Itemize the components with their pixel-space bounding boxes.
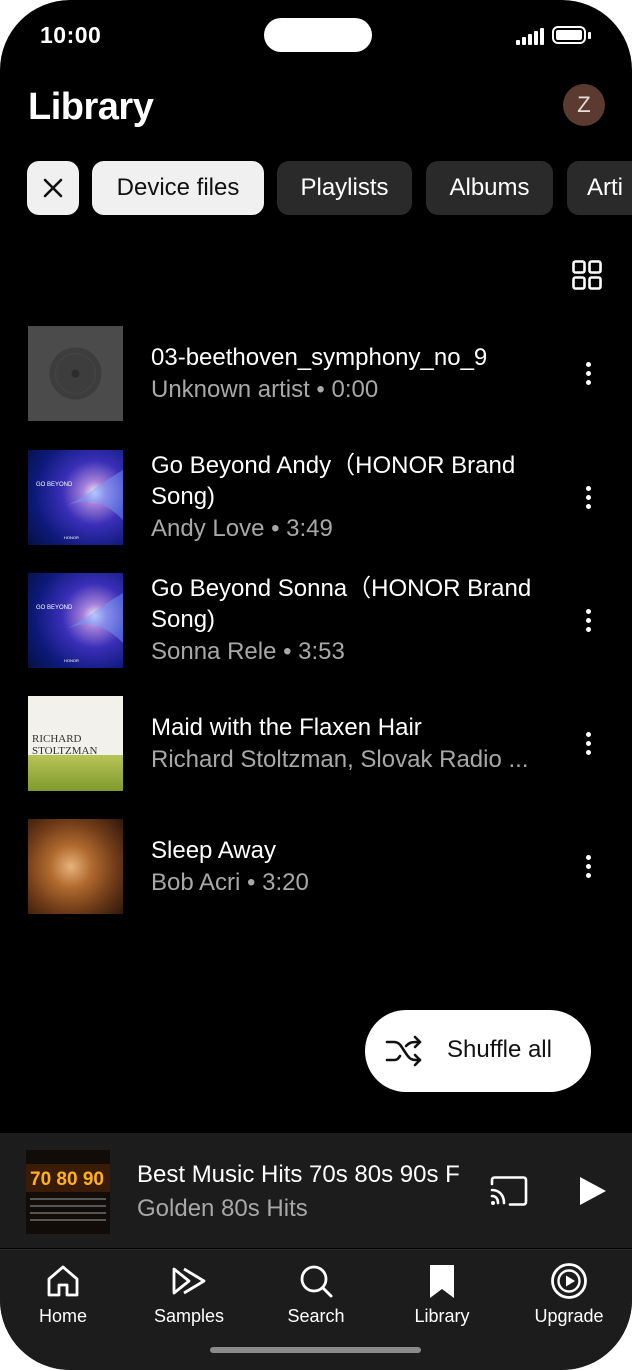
svg-text:HONOR: HONOR — [64, 658, 79, 663]
chip-device-files[interactable]: Device files — [92, 161, 264, 215]
track-artwork: RICHARD STOLTZMAN — [28, 696, 123, 791]
nav-search[interactable]: Search — [261, 1262, 371, 1332]
samples-icon — [172, 1267, 206, 1295]
nav-label: Home — [38, 1306, 87, 1326]
nav-home[interactable]: Home — [8, 1262, 118, 1332]
page-title: Library — [28, 86, 154, 128]
phone-screen: 10:00 Library Z Device files Playlists A… — [0, 0, 632, 1370]
chip-artists[interactable]: Arti — [567, 161, 632, 215]
nav-upgrade[interactable]: Upgrade — [514, 1262, 624, 1332]
track-artwork — [28, 326, 123, 421]
more-options-icon[interactable] — [578, 359, 598, 389]
go-beyond-cover: GO BEYOND HONOR — [36, 470, 123, 540]
disc-icon — [49, 347, 102, 400]
svg-text:GO BEYOND: GO BEYOND — [36, 482, 73, 488]
more-options-icon[interactable] — [578, 606, 598, 636]
chip-label: Albums — [449, 174, 530, 201]
track-subtitle: Sonna Rele • 3:53 — [151, 638, 345, 665]
chip-albums[interactable]: Albums — [426, 161, 553, 215]
track-title: Go Beyond Sonna（HONOR Brand Song) — [151, 575, 532, 633]
cast-icon[interactable] — [489, 1175, 529, 1207]
shuffle-icon — [385, 1035, 422, 1067]
avatar[interactable]: Z — [563, 84, 605, 126]
track-row[interactable]: GO BEYOND HONOR Go Beyond Sonna（HONOR Br… — [0, 573, 632, 673]
nav-label: Upgrade — [534, 1306, 604, 1326]
track-artwork: GO BEYOND HONOR — [28, 450, 123, 545]
library-icon — [430, 1265, 454, 1298]
svg-text:70 80 90: 70 80 90 — [30, 1169, 104, 1190]
filter-chips: Device files Playlists Albums Arti — [27, 161, 632, 217]
chip-playlists[interactable]: Playlists — [277, 161, 412, 215]
track-title: Maid with the Flaxen Hair — [151, 714, 422, 741]
track-row[interactable]: RICHARD STOLTZMAN Maid with the Flaxen H… — [0, 696, 632, 796]
home-icon — [47, 1265, 79, 1297]
track-artwork: GO BEYOND HONOR — [28, 573, 123, 668]
track-artwork — [28, 819, 123, 914]
battery-tip — [588, 32, 591, 39]
signal-icon — [516, 28, 544, 45]
track-subtitle: Richard Stoltzman, Slovak Radio ... — [151, 746, 529, 773]
stoltzman-cover: RICHARD STOLTZMAN — [32, 733, 97, 757]
mini-player-title: Best Music Hits 70s 80s 90s F — [137, 1161, 460, 1188]
chip-label: Arti — [587, 174, 623, 201]
go-beyond-cover: GO BEYOND HONOR — [36, 593, 123, 663]
mini-player-artwork: 70 80 90 — [26, 1150, 110, 1234]
nav-label: Library — [414, 1306, 470, 1326]
track-subtitle: Unknown artist • 0:00 — [151, 376, 379, 403]
svg-text:GO BEYOND: GO BEYOND — [36, 605, 73, 611]
nav-library[interactable]: Library — [387, 1262, 497, 1332]
play-icon[interactable] — [578, 1175, 608, 1207]
track-subtitle: Andy Love • 3:49 — [151, 515, 333, 542]
nav-label: Samples — [153, 1306, 225, 1326]
chip-label: Playlists — [300, 174, 389, 201]
more-options-icon[interactable] — [578, 729, 598, 759]
track-row[interactable]: 03-beethoven_symphony_no_9 Unknown artis… — [0, 326, 632, 426]
more-options-icon[interactable] — [578, 852, 598, 882]
svg-text:RICHARD: RICHARD — [32, 733, 82, 745]
track-subtitle: Bob Acri • 3:20 — [151, 869, 309, 896]
chip-label: Device files — [116, 174, 240, 201]
track-row[interactable]: Sleep Away Bob Acri • 3:20 — [0, 819, 632, 919]
upgrade-icon — [551, 1263, 587, 1299]
track-title: Sleep Away — [151, 837, 276, 864]
clear-filter-button[interactable] — [27, 161, 79, 215]
grid-view-icon[interactable] — [571, 259, 603, 291]
svg-text:STOLTZMAN: STOLTZMAN — [32, 745, 97, 757]
mini-art-graphic: 70 80 90 — [26, 1150, 110, 1234]
dynamic-island — [264, 18, 372, 52]
shuffle-label: Shuffle all — [447, 1036, 552, 1063]
search-icon — [300, 1265, 333, 1298]
more-options-icon[interactable] — [578, 483, 598, 513]
nav-samples[interactable]: Samples — [134, 1262, 244, 1332]
status-bar: 10:00 — [0, 0, 632, 70]
track-row[interactable]: GO BEYOND HONOR Go Beyond Andy（HONOR Bra… — [0, 450, 632, 550]
svg-text:HONOR: HONOR — [64, 535, 79, 540]
track-title: 03-beethoven_symphony_no_9 — [151, 344, 488, 371]
mini-player-subtitle: Golden 80s Hits — [137, 1195, 308, 1222]
close-icon — [43, 178, 63, 198]
home-indicator — [210, 1347, 421, 1353]
mini-player[interactable]: 70 80 90 Best Music Hits 70s 80s 90s F G… — [0, 1133, 632, 1248]
track-title: Go Beyond Andy（HONOR Brand Song) — [151, 452, 516, 510]
shuffle-all-button[interactable]: Shuffle all — [365, 1010, 591, 1092]
status-time: 10:00 — [40, 22, 102, 48]
avatar-initial: Z — [577, 92, 591, 117]
battery-icon — [552, 26, 586, 44]
nav-label: Search — [287, 1306, 345, 1326]
